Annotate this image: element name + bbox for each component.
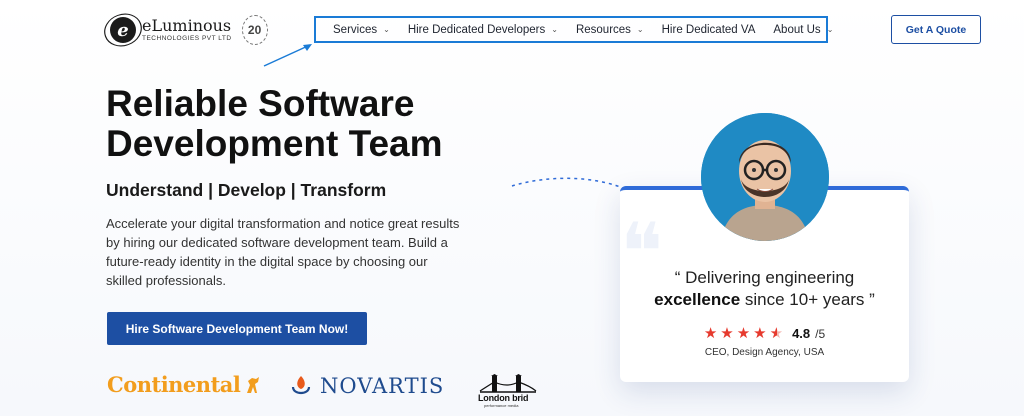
- star-icon: ★: [736, 325, 751, 342]
- chevron-down-icon: ⌄: [551, 25, 558, 34]
- novartis-logo-text: NOVARTIS: [320, 374, 445, 398]
- get-a-quote-button[interactable]: Get A Quote: [891, 15, 981, 44]
- person-photo-icon: [701, 113, 829, 241]
- company-logo[interactable]: e eLuminous TECHNOLOGIES PVT LTD 20: [110, 14, 268, 46]
- nav-hire-developers-label: Hire Dedicated Developers: [407, 23, 546, 36]
- rating-value: 4.8: [792, 326, 811, 341]
- nav-resources[interactable]: Resources ⌄: [567, 24, 653, 36]
- rating-max: /5: [815, 326, 826, 341]
- london-logo-subtext: performance media: [484, 403, 519, 408]
- rating: ★ ★ ★ ★ ★ 4.8 /5: [620, 326, 909, 341]
- logo-subtitle: TECHNOLOGIES PVT LTD: [142, 34, 232, 42]
- continental-logo: Continental: [107, 372, 262, 397]
- nav-hire-dedicated-developers[interactable]: Hire Dedicated Developers ⌄: [399, 24, 567, 36]
- star-icon: ★: [720, 325, 734, 342]
- annotation-arrow-icon: [263, 44, 312, 67]
- nav-about-us-label: About Us: [773, 23, 821, 36]
- nav-services[interactable]: Services ⌄: [324, 24, 399, 36]
- hero-description: Accelerate your digital transformation a…: [106, 216, 460, 288]
- nav-services-label: Services: [333, 23, 378, 36]
- hero-tagline: Understand | Develop | Transform: [106, 180, 387, 200]
- chevron-down-icon: ⌄: [826, 25, 834, 34]
- continental-logo-text: Continental: [107, 372, 241, 397]
- testimonial-quote-line1: “ Delivering engineering: [674, 268, 855, 287]
- london-logo-text: London brid: [478, 393, 529, 403]
- chevron-down-icon: ⌄: [636, 25, 644, 34]
- anniversary-badge-number: 20: [247, 23, 262, 37]
- testimonial-avatar: [701, 113, 829, 241]
- hire-team-cta-button[interactable]: Hire Software Development Team Now!: [107, 312, 367, 345]
- testimonial-quote-rest: since 10+ years ”: [740, 290, 875, 309]
- star-icon: ★: [703, 325, 718, 342]
- novartis-flame-icon: [291, 376, 311, 395]
- hero-title: Reliable Software Development Team: [106, 83, 443, 164]
- london-bridge-logo: London brid performance media: [478, 374, 538, 410]
- chevron-down-icon: ⌄: [383, 25, 390, 34]
- testimonial-quote-highlight: excellence: [654, 290, 741, 309]
- logo-e-icon: e: [110, 17, 136, 43]
- half-star-icon: ★: [769, 325, 784, 342]
- main-navigation: Services ⌄ Hire Dedicated Developers ⌄ R…: [314, 16, 833, 43]
- star-icon: ★: [753, 325, 767, 342]
- nav-resources-label: Resources: [575, 23, 631, 36]
- novartis-logo: NOVARTIS: [290, 373, 444, 399]
- logo-name: eLuminous: [142, 15, 232, 35]
- nav-hire-dedicated-va[interactable]: Hire Dedicated VA: [653, 24, 765, 36]
- testimonial-attribution: CEO, Design Agency, USA: [704, 347, 825, 358]
- nav-hire-va-label: Hire Dedicated VA: [661, 23, 756, 36]
- nav-about-us[interactable]: About Us ⌄: [764, 24, 842, 36]
- testimonial-quote-line2: excellence since 10+ years ”: [620, 290, 909, 310]
- horse-icon: [247, 376, 260, 393]
- bridge-icon: [479, 374, 537, 393]
